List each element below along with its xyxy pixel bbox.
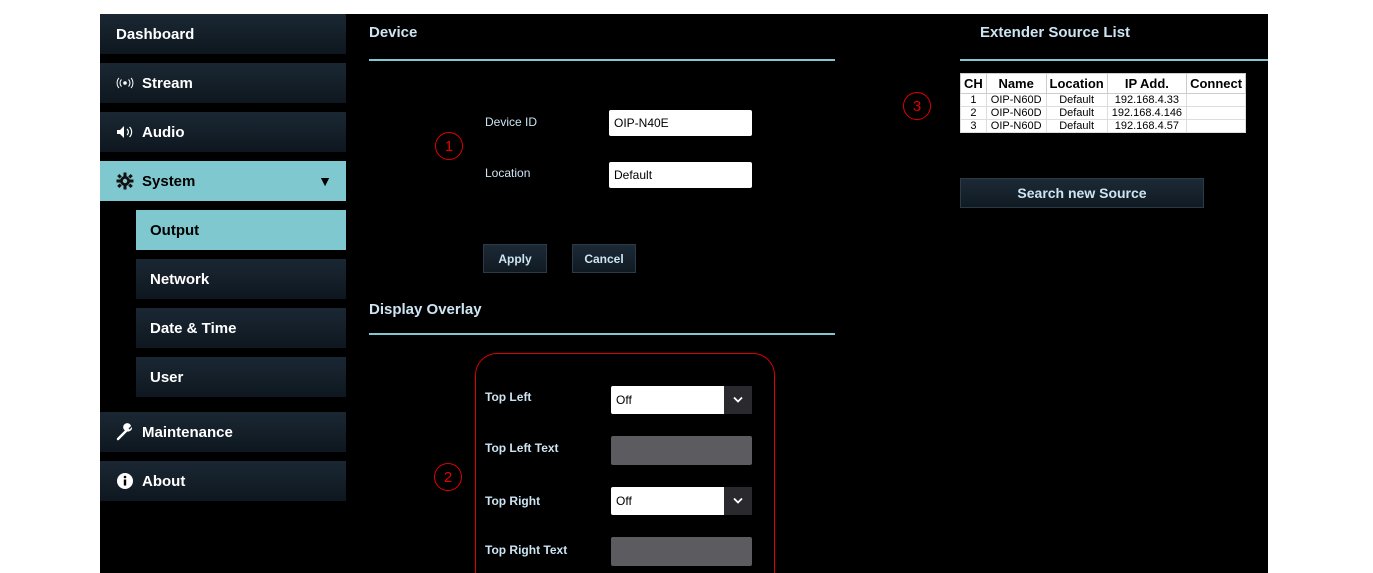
sidebar-item-maintenance[interactable]: Maintenance bbox=[100, 412, 346, 453]
sidebar-item-stream[interactable]: Stream bbox=[100, 63, 346, 104]
annotation-marker-3: 3 bbox=[903, 92, 931, 120]
table-row[interactable]: 1 OIP-N60D Default 192.168.4.33 bbox=[960, 93, 1247, 107]
sidebar-item-dashboard[interactable]: Dashboard bbox=[100, 14, 346, 55]
sidebar-item-label: Stream bbox=[142, 74, 193, 92]
sidebar-item-label: Network bbox=[150, 270, 210, 288]
app-frame: Dashboard Stream Audio System ▼ Output N… bbox=[100, 14, 1268, 573]
sidebar-item-label: Maintenance bbox=[142, 423, 233, 441]
wrench-icon bbox=[116, 423, 142, 441]
column-header: Connect bbox=[1186, 73, 1247, 94]
overlay-section-title: Display Overlay bbox=[369, 301, 482, 318]
sidebar-item-about[interactable]: About bbox=[100, 461, 346, 502]
sidebar-item-system[interactable]: System ▼ bbox=[100, 161, 346, 202]
table-cell: Default bbox=[1045, 106, 1108, 120]
sidebar-item-label: Dashboard bbox=[116, 25, 195, 43]
table-row[interactable]: 2 OIP-N60D Default 192.168.4.146 bbox=[960, 106, 1247, 120]
column-header: IP Add. bbox=[1106, 73, 1188, 94]
sidebar-item-label: System bbox=[142, 172, 196, 190]
sidebar-item-date-time[interactable]: Date & Time bbox=[136, 308, 346, 349]
table-cell: 192.168.4.57 bbox=[1106, 119, 1188, 133]
annotation-marker-1: 1 bbox=[435, 132, 463, 160]
annotation-highlight-box bbox=[475, 353, 775, 573]
sidebar-item-label: Output bbox=[150, 221, 200, 239]
sidebar-item-user[interactable]: User bbox=[136, 357, 346, 398]
table-cell: Default bbox=[1045, 119, 1108, 133]
cancel-button[interactable]: Cancel bbox=[572, 244, 636, 273]
sidebar-item-label: User bbox=[150, 368, 184, 386]
sidebar-item-label: Date & Time bbox=[150, 319, 237, 337]
table-cell: OIP-N60D bbox=[985, 93, 1047, 107]
table-cell bbox=[1186, 106, 1247, 120]
overlay-divider bbox=[369, 333, 835, 335]
sidebar: Dashboard Stream Audio System ▼ Output N… bbox=[100, 14, 348, 573]
extender-section-title: Extender Source List bbox=[980, 24, 1131, 41]
table-cell bbox=[1186, 93, 1247, 107]
table-cell: Default bbox=[1045, 93, 1108, 107]
table-header-row: CH Name Location IP Add. Connect bbox=[960, 73, 1247, 94]
caret-down-icon: ▼ bbox=[318, 173, 332, 189]
table-cell: OIP-N60D bbox=[985, 119, 1047, 133]
table-cell: 192.168.4.146 bbox=[1106, 106, 1188, 120]
device-divider bbox=[369, 59, 835, 61]
extender-source-table: CH Name Location IP Add. Connect 1 OIP-N… bbox=[960, 73, 1247, 133]
table-cell: 3 bbox=[960, 119, 987, 133]
column-header: Name bbox=[985, 73, 1047, 94]
table-cell: 2 bbox=[960, 106, 987, 120]
table-row[interactable]: 3 OIP-N60D Default 192.168.4.57 bbox=[960, 119, 1247, 133]
extender-divider bbox=[960, 59, 1268, 61]
location-input[interactable]: Default bbox=[609, 162, 752, 188]
apply-button[interactable]: Apply bbox=[483, 244, 547, 273]
sidebar-item-label: About bbox=[142, 472, 186, 490]
info-icon bbox=[116, 472, 142, 490]
table-cell: OIP-N60D bbox=[985, 106, 1047, 120]
sidebar-item-output[interactable]: Output bbox=[136, 210, 346, 251]
location-label: Location bbox=[485, 166, 531, 180]
sidebar-item-label: Audio bbox=[142, 123, 185, 141]
column-header: CH bbox=[960, 73, 987, 94]
speaker-icon bbox=[116, 125, 142, 139]
gear-icon bbox=[116, 172, 142, 190]
search-new-source-button[interactable]: Search new Source bbox=[960, 178, 1204, 208]
table-cell: 1 bbox=[960, 93, 987, 107]
device-id-label: Device ID bbox=[485, 115, 538, 129]
sidebar-item-network[interactable]: Network bbox=[136, 259, 346, 300]
device-id-input[interactable]: OIP-N40E bbox=[609, 110, 752, 136]
table-cell bbox=[1186, 119, 1247, 133]
device-section-title: Device bbox=[369, 24, 418, 41]
column-header: Location bbox=[1045, 73, 1108, 94]
table-cell: 192.168.4.33 bbox=[1106, 93, 1188, 107]
sidebar-item-audio[interactable]: Audio bbox=[100, 112, 346, 153]
annotation-marker-2: 2 bbox=[434, 463, 462, 491]
broadcast-icon bbox=[116, 77, 142, 89]
